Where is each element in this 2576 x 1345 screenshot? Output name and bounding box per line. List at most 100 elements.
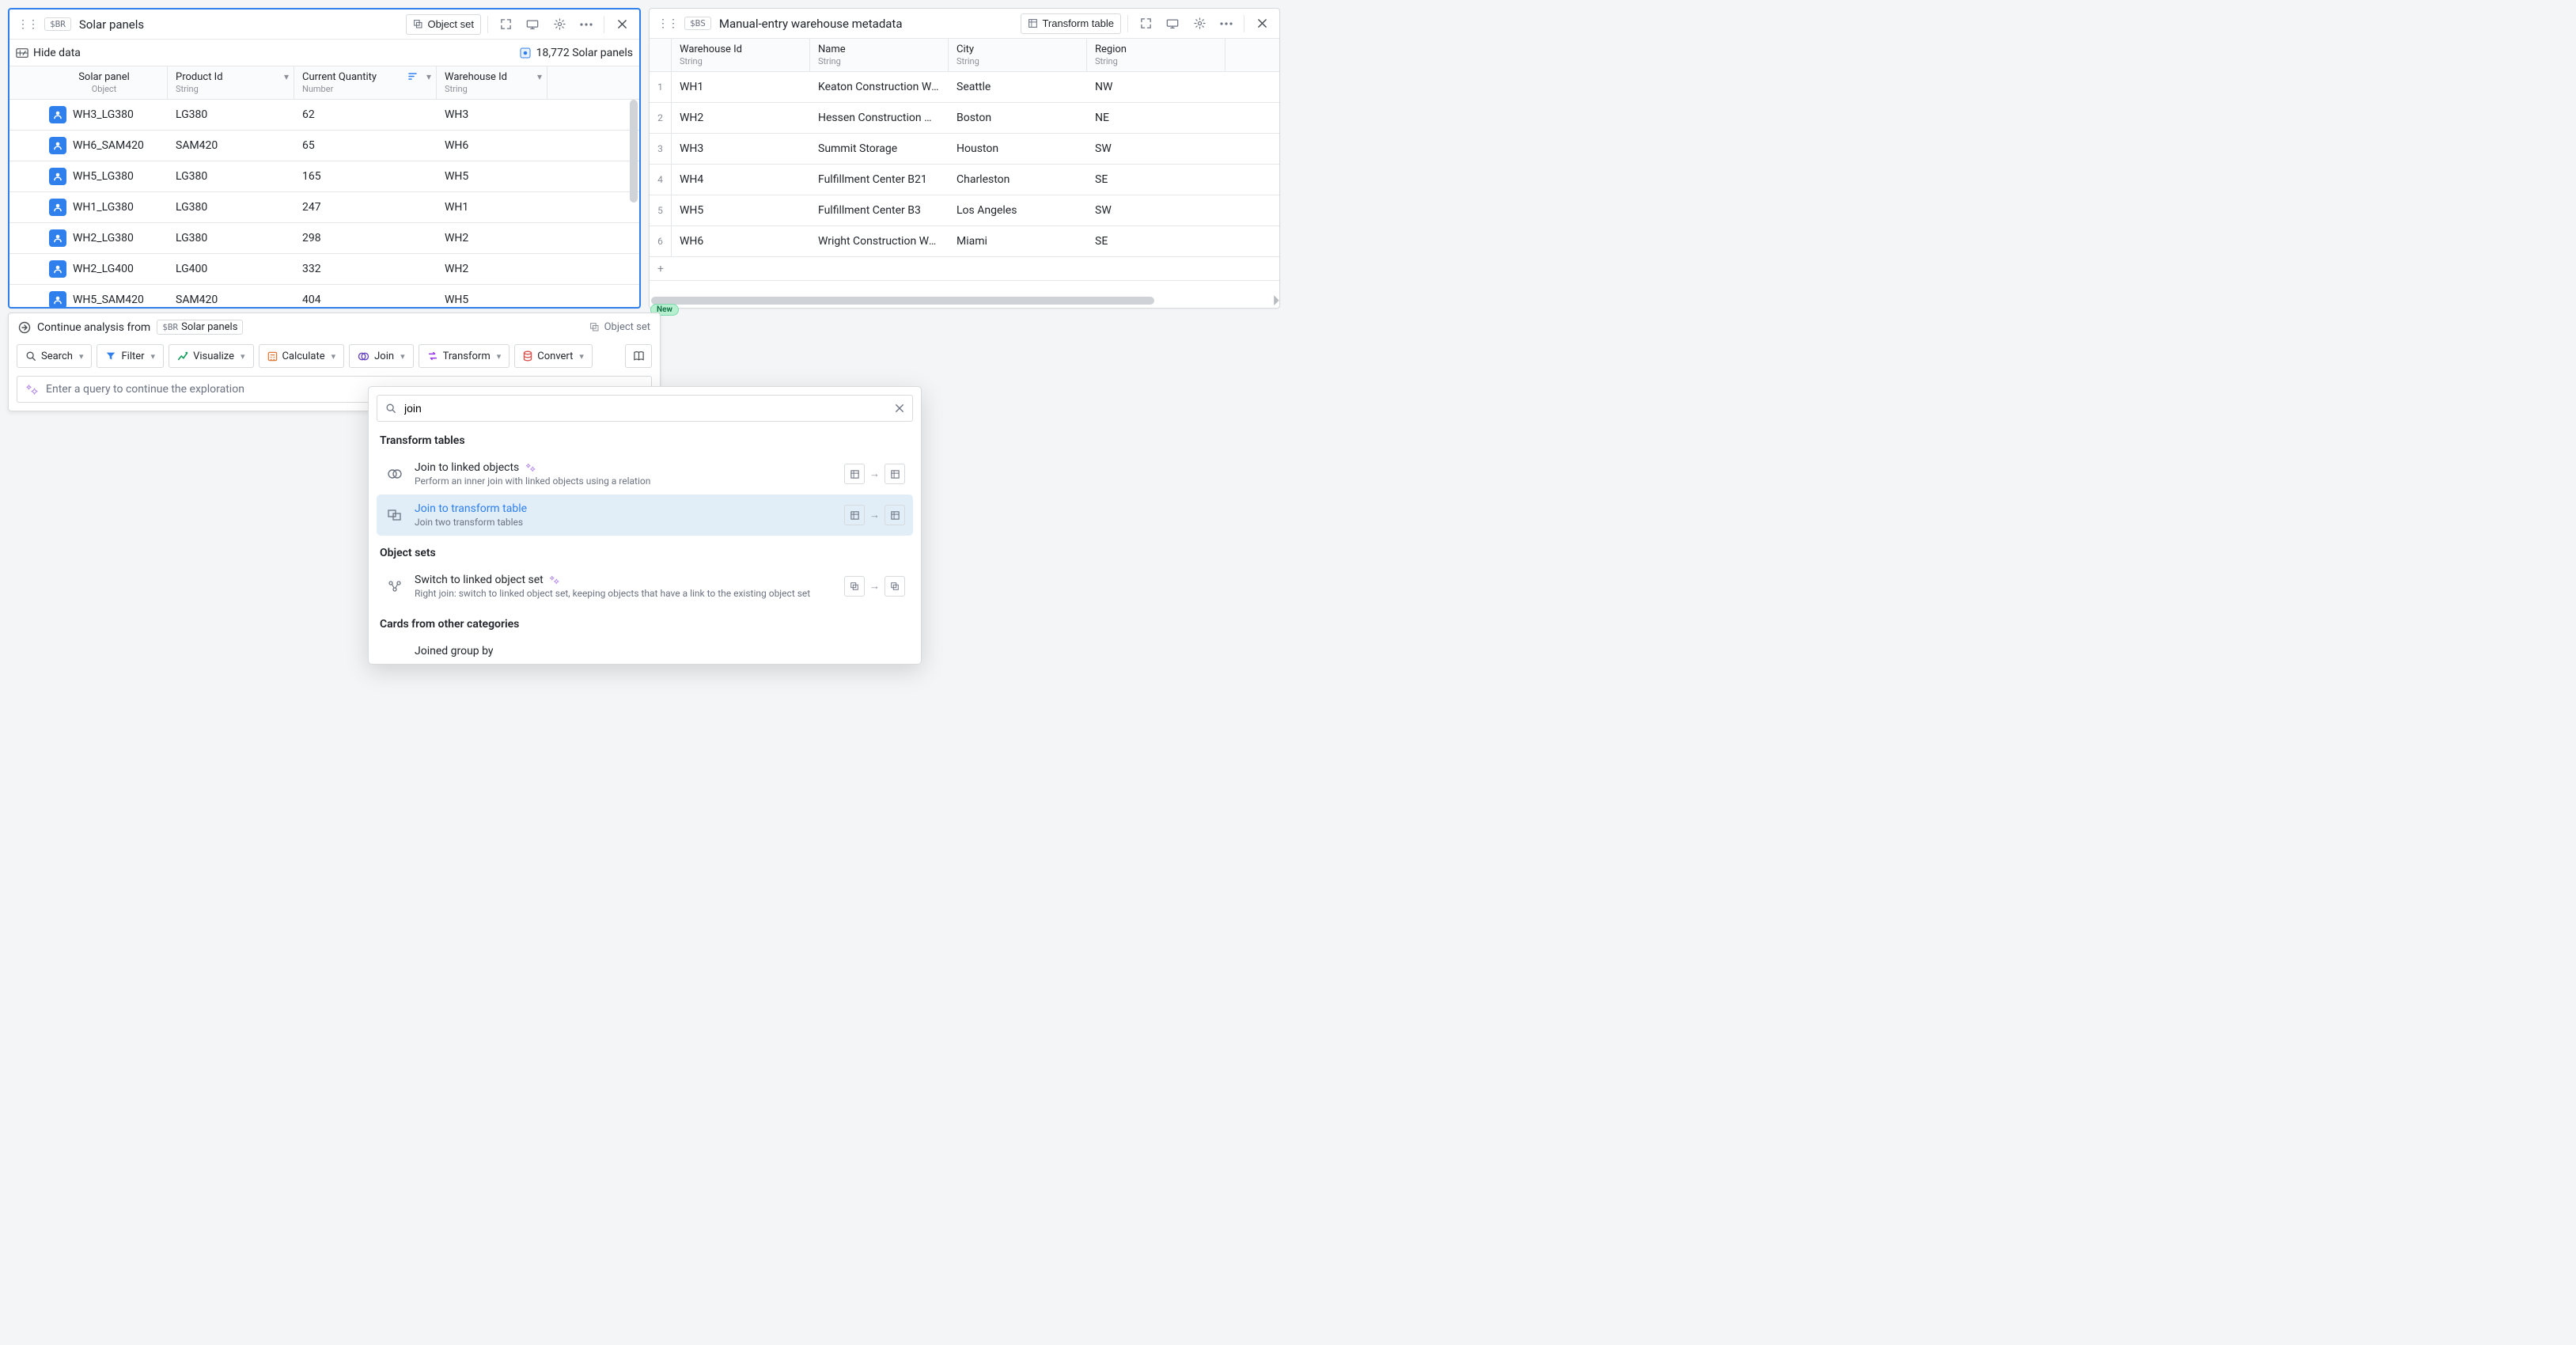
pop-item-join-linked-objects[interactable]: Join to linked objects Perform an inner … xyxy=(377,453,913,494)
table-row[interactable]: 2WH2Hessen Construction W…BostonNE xyxy=(650,103,1279,134)
pop-section-object-sets: Object sets xyxy=(380,547,910,559)
table-row[interactable]: WH6_SAM420SAM42065WH6 xyxy=(9,131,639,161)
table-row[interactable]: 3WH3Summit StorageHoustonSW xyxy=(650,134,1279,165)
cell-name: WH5_LG380 xyxy=(9,168,168,185)
scrollbar-thumb[interactable] xyxy=(630,100,638,203)
cell-wh-name: Keaton Construction Wa… xyxy=(810,81,949,93)
table-row[interactable]: 4WH4Fulfillment Center B21CharlestonSE xyxy=(650,165,1279,195)
object-badge-icon xyxy=(49,260,66,278)
chevron-down-icon[interactable]: ▾ xyxy=(426,71,431,82)
search-icon xyxy=(25,350,36,362)
tool-convert[interactable]: Convert▾ xyxy=(514,344,593,368)
object-set-button[interactable]: Object set xyxy=(406,14,481,35)
table-row[interactable]: 5WH5Fulfillment Center B3Los AngelesSW xyxy=(650,195,1279,226)
hide-data-icon xyxy=(16,47,28,59)
object-set-label: Object set xyxy=(604,321,650,333)
popover-search[interactable] xyxy=(377,395,913,422)
col-warehouse-id[interactable]: Warehouse Id String ▾ xyxy=(437,66,547,99)
tool-transform[interactable]: Transform▾ xyxy=(419,344,510,368)
col-product-id[interactable]: Product Id String ▾ xyxy=(168,66,294,99)
table-row[interactable]: WH2_LG400LG400332WH2 xyxy=(9,254,639,285)
object-count-icon xyxy=(519,47,532,59)
pop-item-title: Joined group by xyxy=(415,645,905,657)
table-row[interactable]: WH5_LG380LG380165WH5 xyxy=(9,161,639,192)
cell-product: LG380 xyxy=(168,170,294,183)
cell-wh: WH3 xyxy=(437,108,547,121)
cell-wh: WH2 xyxy=(437,263,547,275)
object-badge-icon xyxy=(49,229,66,247)
tool-filter[interactable]: Filter▾ xyxy=(97,344,164,368)
join-popover: Transform tables Join to linked objects … xyxy=(368,386,922,665)
expand-icon[interactable] xyxy=(494,13,517,36)
chip-source: $BR xyxy=(162,322,178,332)
pop-item-rhs: → xyxy=(844,505,905,525)
cell-wh-id: WH2 xyxy=(672,112,810,124)
col-wh-region[interactable]: Region String xyxy=(1087,39,1225,71)
table-row[interactable]: 1WH1Keaton Construction Wa…SeattleNW xyxy=(650,72,1279,103)
tool-docs[interactable] xyxy=(625,344,652,368)
pop-item-join-transform-table[interactable]: Join to transform table Join two transfo… xyxy=(377,494,913,536)
table-row[interactable]: WH3_LG380LG38062WH3 xyxy=(9,100,639,131)
tool-join[interactable]: Join▾ xyxy=(349,344,413,368)
pop-item-switch-linked[interactable]: Switch to linked object set Right join: … xyxy=(377,566,913,607)
tool-search[interactable]: Search▾ xyxy=(17,344,92,368)
table-row[interactable]: WH1_LG380LG380247WH1 xyxy=(9,192,639,223)
search-icon xyxy=(385,403,396,414)
cell-product: LG380 xyxy=(168,232,294,244)
object-badge-icon xyxy=(49,168,66,185)
cell-rownum: 3 xyxy=(650,134,672,164)
more-icon[interactable] xyxy=(1215,13,1237,35)
gear-icon[interactable] xyxy=(548,13,570,36)
col-wh-name[interactable]: Name String xyxy=(810,39,949,71)
transform-icon xyxy=(1028,18,1038,28)
transform-table-button[interactable]: Transform table xyxy=(1021,13,1121,34)
present-icon[interactable] xyxy=(1161,13,1184,35)
col-current-quantity[interactable]: Current Quantity Number ▾ xyxy=(294,66,437,99)
popover-search-input[interactable] xyxy=(403,401,888,415)
resize-handle-icon[interactable]: ◢ xyxy=(1267,294,1279,306)
close-icon[interactable] xyxy=(895,404,904,413)
cell-wh-id: WH3 xyxy=(672,142,810,155)
gear-icon[interactable] xyxy=(1188,13,1210,35)
close-icon[interactable] xyxy=(611,13,633,36)
plus-icon[interactable]: + xyxy=(650,263,672,275)
col-wh-id[interactable]: Warehouse Id String xyxy=(672,39,810,71)
table-out-icon xyxy=(885,505,905,525)
drag-handle-icon[interactable]: ⋮⋮ xyxy=(16,18,40,31)
pop-item-rhs: → xyxy=(844,464,905,484)
cell-rownum: 1 xyxy=(650,72,672,102)
scrollbar-horizontal[interactable] xyxy=(651,297,1265,305)
pop-item-title: Join to linked objects xyxy=(415,461,519,474)
chevron-down-icon[interactable]: ▾ xyxy=(537,71,542,82)
expand-icon[interactable] xyxy=(1135,13,1157,35)
close-icon[interactable] xyxy=(1251,13,1273,35)
table-row[interactable]: WH5_SAM420SAM420404WH5 xyxy=(9,285,639,307)
cell-wh-city: Charleston xyxy=(949,173,1087,186)
scrollbar-vertical[interactable] xyxy=(630,100,638,305)
hide-data-label[interactable]: Hide data xyxy=(33,47,81,59)
continue-icon xyxy=(18,321,31,334)
cell-wh: WH2 xyxy=(437,232,547,244)
table-in-icon xyxy=(844,464,865,484)
pop-item-joined-group-by[interactable]: Joined group by xyxy=(377,637,913,657)
table-row[interactable]: WH2_LG380LG380298WH2 xyxy=(9,223,639,254)
switch-linked-icon xyxy=(385,580,405,593)
transform-arrows-icon xyxy=(427,350,438,362)
more-icon[interactable] xyxy=(575,13,597,36)
col-wh-city[interactable]: City String xyxy=(949,39,1087,71)
add-row[interactable]: + xyxy=(650,257,1279,281)
scrollbar-thumb[interactable] xyxy=(651,297,1154,305)
tool-visualize[interactable]: Visualize▾ xyxy=(169,344,253,368)
sort-asc-icon[interactable] xyxy=(407,71,419,81)
present-icon[interactable] xyxy=(521,13,544,36)
transform-table-label: Transform table xyxy=(1042,17,1114,29)
table-row[interactable]: 6WH6Wright Construction Wa…MiamiSE xyxy=(650,226,1279,257)
drag-handle-icon[interactable]: ⋮⋮ xyxy=(656,17,680,30)
col-solar-panel[interactable]: Solar panel Object xyxy=(9,66,168,99)
analysis-source-pill[interactable]: $BR Solar panels xyxy=(157,320,243,335)
chevron-down-icon[interactable]: ▾ xyxy=(284,71,289,82)
cell-wh-id: WH6 xyxy=(672,235,810,248)
tool-calculate[interactable]: Calculate▾ xyxy=(259,344,345,368)
col-spacer xyxy=(547,66,639,99)
cell-rownum: 6 xyxy=(650,226,672,256)
